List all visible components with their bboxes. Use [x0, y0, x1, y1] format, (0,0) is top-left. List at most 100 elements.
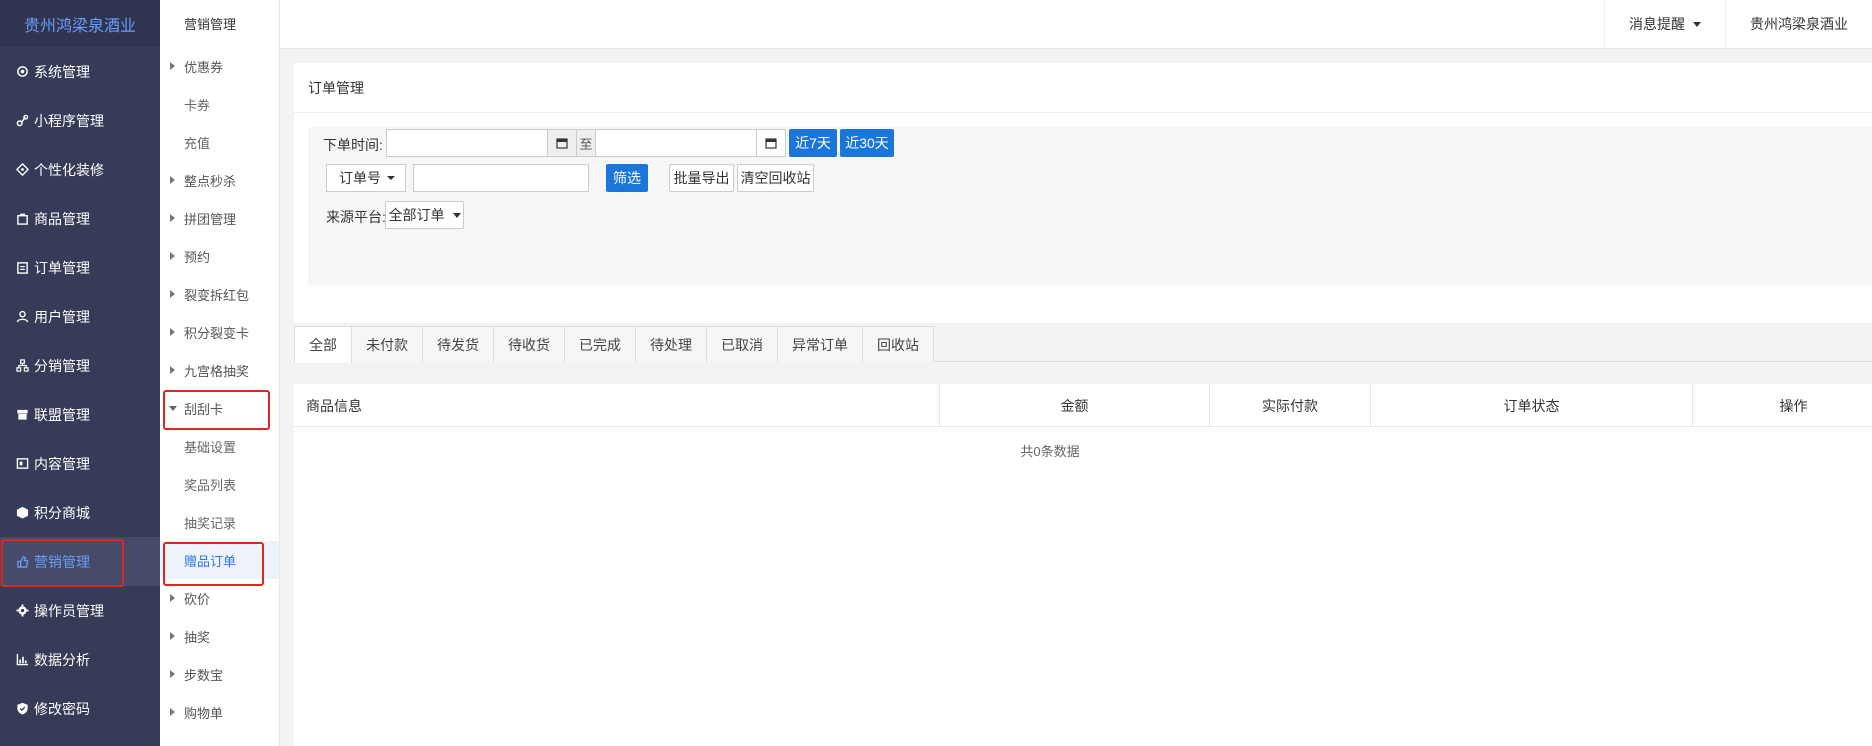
- tab-1[interactable]: 未付款: [351, 326, 423, 362]
- secondary-sidebar: 营销管理 优惠券 卡券充值整点秒杀拼团管理预约裂变拆红包 积分裂变卡九宫格抽奖刮刮卡…: [160, 0, 280, 746]
- subnav-item-12[interactable]: 抽奖记录: [160, 503, 279, 541]
- subnav-item-4[interactable]: 拼团管理: [160, 199, 279, 237]
- palette-icon: [14, 162, 30, 178]
- subnav-item-11[interactable]: 奖品列表: [160, 465, 279, 503]
- tab-0[interactable]: 全部: [294, 326, 352, 363]
- primary-sidebar: 贵州鸿梁泉酒业 系统管理 小程序管理 个性化装修 商品管理订单管理用户管理分销管理联盟…: [0, 0, 160, 746]
- link-icon: [14, 113, 30, 129]
- subnav-item-0[interactable]: 优惠券: [160, 47, 279, 85]
- notification-dropdown[interactable]: 消息提醒: [1604, 0, 1725, 48]
- network-icon: [14, 358, 30, 374]
- empty-state-text: 共0条数据: [1020, 444, 1080, 459]
- brand-logo[interactable]: 贵州鸿梁泉酒业: [0, 0, 160, 47]
- subnav-item-label: 抽奖: [184, 629, 211, 645]
- subnav-item-13[interactable]: 赠品订单: [160, 541, 279, 586]
- tab-4[interactable]: 已完成: [564, 326, 636, 362]
- subnav-item-14[interactable]: 砍价: [160, 579, 279, 617]
- filter-button[interactable]: 筛选: [606, 164, 648, 192]
- sidebar-item-label: 操作员管理: [34, 602, 104, 619]
- subnav-item-label: 预约: [184, 249, 211, 265]
- notification-label: 消息提醒: [1629, 16, 1685, 32]
- subnav-item-5[interactable]: 预约: [160, 237, 279, 275]
- sidebar-item-label: 积分商城: [34, 504, 90, 521]
- subnav-item-7[interactable]: 积分裂变卡: [160, 313, 279, 351]
- orders-table: 商品信息 金额 实际付款 订单状态 操作 共0条数据: [294, 384, 1872, 746]
- sidebar-item-3[interactable]: 商品管理: [0, 194, 160, 243]
- subnav-item-8[interactable]: 九宫格抽奖: [160, 351, 279, 389]
- caret-right-icon: [170, 62, 175, 70]
- source-platform-label: 来源平台:: [326, 209, 386, 225]
- caret-right-icon: [170, 670, 175, 678]
- tab-6[interactable]: 已取消: [706, 326, 778, 362]
- calendar-icon[interactable]: [756, 129, 786, 157]
- caret-right-icon: [170, 290, 175, 298]
- sidebar-item-6[interactable]: 分销管理: [0, 341, 160, 390]
- batch-export-button[interactable]: 批量导出: [669, 164, 734, 192]
- sidebar-item-10[interactable]: 营销管理: [0, 537, 160, 587]
- shield-icon: [14, 701, 30, 717]
- sidebar-item-label: 订单管理: [34, 259, 90, 276]
- store-icon: [14, 407, 30, 423]
- caret-right-icon: [170, 632, 175, 640]
- sidebar-item-7[interactable]: 联盟管理: [0, 390, 160, 439]
- sidebar-item-9[interactable]: 积分商城: [0, 488, 160, 537]
- hand-icon: [14, 554, 30, 570]
- column-amount: 金额: [940, 384, 1210, 427]
- subnav-item-10[interactable]: 基础设置: [160, 427, 279, 465]
- tab-5[interactable]: 待处理: [635, 326, 707, 362]
- search-input[interactable]: [413, 164, 589, 192]
- chevron-down-icon: [387, 176, 395, 180]
- sidebar-item-0[interactable]: 系统管理: [0, 47, 160, 96]
- subnav-item-label: 抽奖记录: [184, 515, 237, 531]
- order-time-label: 下单时间:: [323, 137, 383, 153]
- start-date-input[interactable]: [386, 129, 548, 157]
- last-7-days-button[interactable]: 近7天: [789, 129, 837, 157]
- top-header: 消息提醒 贵州鸿梁泉酒业: [280, 0, 1872, 49]
- gear-icon: [14, 64, 30, 80]
- subnav-item-2[interactable]: 充值: [160, 123, 279, 161]
- account-menu[interactable]: 贵州鸿梁泉酒业: [1725, 0, 1872, 48]
- subnav-item-label: 基础设置: [184, 439, 237, 455]
- tab-8[interactable]: 回收站: [862, 326, 934, 362]
- page-title: 订单管理: [294, 63, 1872, 113]
- caret-right-icon: [170, 328, 175, 336]
- sidebar-item-11[interactable]: 操作员管理: [0, 586, 160, 635]
- search-field-select[interactable]: 订单号: [326, 164, 406, 192]
- tab-7[interactable]: 异常订单: [777, 326, 863, 362]
- sidebar-item-8[interactable]: 内容管理: [0, 439, 160, 488]
- subnav-item-6[interactable]: 裂变拆红包: [160, 275, 279, 313]
- chevron-down-icon: [452, 212, 461, 218]
- sidebar-item-label: 分销管理: [34, 357, 90, 374]
- tab-3[interactable]: 待收货: [493, 326, 565, 362]
- chart-icon: [14, 652, 30, 668]
- source-platform-value: 全部订单: [388, 207, 445, 223]
- end-date-input[interactable]: [595, 129, 757, 157]
- sidebar-item-2[interactable]: 个性化装修: [0, 145, 160, 194]
- source-platform-dropdown[interactable]: 全部订单: [385, 201, 464, 229]
- subnav-item-1[interactable]: 卡券: [160, 85, 279, 123]
- sidebar-item-12[interactable]: 数据分析: [0, 635, 160, 684]
- sidebar-item-13[interactable]: 修改密码: [0, 684, 160, 733]
- subnav-item-label: 整点秒杀: [184, 173, 237, 189]
- subnav-item-16[interactable]: 步数宝: [160, 655, 279, 693]
- subnav-item-17[interactable]: 购物单: [160, 693, 279, 731]
- subnav-item-3[interactable]: 整点秒杀: [160, 161, 279, 199]
- table-header: 商品信息 金额 实际付款 订单状态 操作: [294, 384, 1872, 427]
- search-field-value: 订单号: [339, 170, 381, 186]
- tab-2[interactable]: 待发货: [422, 326, 494, 362]
- subnav-title: 营销管理: [184, 17, 237, 32]
- clear-recycle-bin-button[interactable]: 清空回收站: [737, 164, 814, 192]
- subnav-item-15[interactable]: 抽奖: [160, 617, 279, 655]
- caret-down-icon: [169, 406, 177, 411]
- last-30-days-button[interactable]: 近30天: [840, 129, 894, 157]
- calendar-icon[interactable]: [547, 129, 577, 157]
- caret-right-icon: [170, 214, 175, 222]
- subnav-item-label: 充值: [184, 135, 211, 151]
- subnav-item-label: 拼团管理: [184, 211, 237, 227]
- sidebar-item-5[interactable]: 用户管理: [0, 292, 160, 341]
- sidebar-item-1[interactable]: 小程序管理: [0, 96, 160, 145]
- subnav-item-label: 九宫格抽奖: [184, 363, 250, 379]
- subnav-item-9[interactable]: 刮刮卡: [160, 389, 279, 430]
- sidebar-item-4[interactable]: 订单管理: [0, 243, 160, 292]
- date-range-separator: 至: [576, 129, 596, 157]
